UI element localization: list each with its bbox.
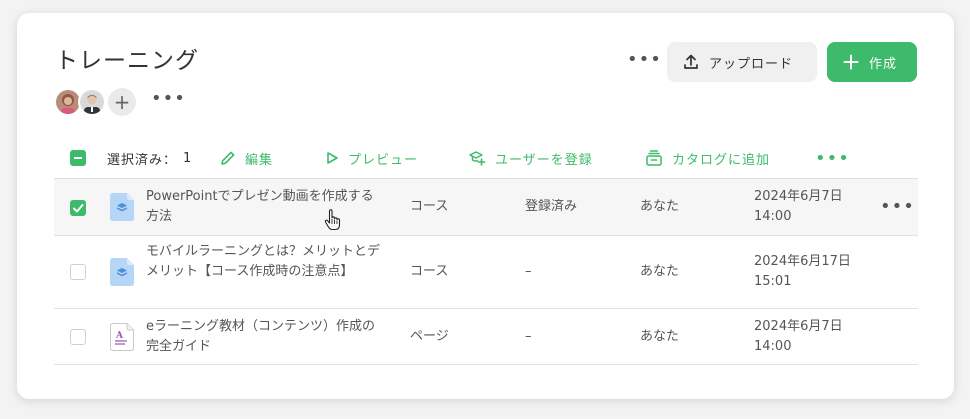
row-status: 登録済み — [525, 199, 578, 214]
course-layers-icon — [110, 258, 134, 286]
select-all-checkbox[interactable] — [70, 150, 86, 166]
table-row[interactable]: PowerPointでプレゼン動画を作成する方法 コース 登録済み あなた 20… — [54, 178, 918, 235]
row-status: – — [525, 264, 532, 279]
member-avatars: + ••• — [54, 88, 186, 116]
row-type: ページ — [410, 329, 449, 344]
svg-text:A: A — [115, 331, 124, 341]
create-button[interactable]: 作成 — [827, 42, 917, 82]
enroll-user-icon — [469, 151, 486, 166]
row-date: 2024年6月17日 15:01 — [754, 254, 851, 289]
table-row[interactable]: モバイルラーニングとは？メリットとデメリット【コース作成時の注意点】 コース –… — [54, 235, 918, 308]
row-checkbox[interactable] — [70, 200, 86, 216]
pencil-icon — [221, 151, 235, 165]
members-more-icon[interactable]: ••• — [151, 90, 186, 108]
content-table: PowerPointでプレゼン動画を作成する方法 コース 登録済み あなた 20… — [54, 178, 918, 365]
course-layers-icon — [110, 193, 134, 221]
row-name[interactable]: モバイルラーニングとは？メリットとデメリット【コース作成時の注意点】 — [146, 242, 386, 282]
upload-label: アップロード — [709, 56, 794, 72]
row-checkbox[interactable] — [70, 264, 86, 280]
enroll-users-button[interactable]: ユーザーを登録 — [468, 146, 593, 170]
add-member-button[interactable]: + — [108, 88, 136, 116]
row-owner: あなた — [640, 199, 680, 214]
enroll-label: ユーザーを登録 — [495, 152, 593, 168]
row-owner: あなた — [640, 329, 680, 344]
create-label: 作成 — [869, 56, 898, 72]
row-type: コース — [410, 264, 449, 279]
upload-icon — [684, 54, 698, 69]
add-to-catalog-button[interactable]: カタログに追加 — [645, 146, 770, 170]
header-more-icon[interactable]: ••• — [627, 51, 662, 69]
row-checkbox[interactable] — [70, 329, 86, 345]
play-icon — [327, 152, 338, 164]
selection-summary: 選択済み： 1 — [70, 146, 192, 170]
row-more-icon[interactable]: ••• — [880, 198, 915, 216]
table-row[interactable]: A eラーニング教材（コンテンツ）作成の完全ガイド ページ – あなた 2024… — [54, 308, 918, 365]
preview-button[interactable]: プレビュー — [325, 146, 418, 170]
selected-label: 選択済み： — [107, 152, 178, 168]
row-type: コース — [410, 199, 449, 214]
hand-cursor-icon — [324, 209, 341, 231]
row-date: 2024年6月7日 14:00 — [754, 319, 843, 354]
page-document-icon: A — [110, 323, 134, 351]
preview-label: プレビュー — [348, 152, 419, 168]
catalog-icon — [646, 150, 662, 166]
edit-label: 編集 — [245, 152, 274, 168]
plus-icon — [843, 54, 859, 70]
row-name[interactable]: eラーニング教材（コンテンツ）作成の完全ガイド — [146, 317, 386, 357]
row-date: 2024年6月7日 14:00 — [754, 189, 843, 224]
check-icon — [73, 204, 84, 213]
page-title: トレーニング — [55, 48, 199, 74]
upload-button[interactable]: アップロード — [667, 42, 817, 82]
row-status: – — [525, 329, 532, 344]
training-panel: トレーニング + ••• ••• アップロード 作成 選択済み： 1 編集 プレ… — [17, 13, 954, 399]
selected-count: 1 — [183, 150, 193, 166]
avatar[interactable] — [78, 88, 106, 116]
bulk-action-toolbar: 選択済み： 1 編集 プレビュー ユーザーを登録 カタログに追加 ••• — [54, 146, 920, 170]
edit-button[interactable]: 編集 — [220, 146, 273, 170]
toolbar-more-icon[interactable]: ••• — [815, 146, 850, 170]
row-owner: あなた — [640, 264, 680, 279]
row-name[interactable]: PowerPointでプレゼン動画を作成する方法 — [146, 187, 386, 227]
catalog-label: カタログに追加 — [672, 152, 771, 168]
